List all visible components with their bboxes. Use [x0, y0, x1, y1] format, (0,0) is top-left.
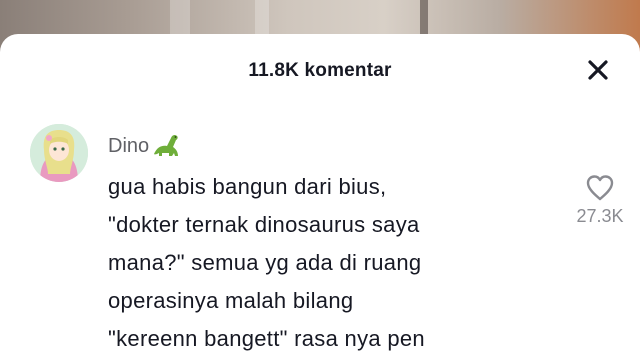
comment-line: "kereenn bangett" rasa nya pen	[108, 326, 425, 351]
like-control: 27.3K	[570, 174, 630, 227]
close-icon[interactable]	[586, 58, 610, 82]
like-count: 27.3K	[576, 206, 624, 226]
avatar[interactable]	[30, 124, 88, 182]
comment-line: mana?" semua yg ada di ruang	[108, 250, 422, 275]
comment-username[interactable]: Dino	[108, 132, 185, 160]
comment-line: operasinya malah bilang	[108, 288, 354, 313]
comment-text: gua habis bangun dari bius, "dokter tern…	[108, 168, 548, 358]
comment-line: gua habis bangun dari bius,	[108, 174, 387, 199]
comment-line: "dokter ternak dinosaurus saya	[108, 212, 420, 237]
comments-sheet: 11.8K komentar Dino gua habis bangun dar…	[0, 34, 640, 360]
sauropod-emoji-icon	[151, 132, 185, 160]
comments-count-title: 11.8K komentar	[248, 60, 392, 81]
username-text: Dino	[108, 134, 150, 157]
heart-icon[interactable]	[585, 174, 615, 202]
